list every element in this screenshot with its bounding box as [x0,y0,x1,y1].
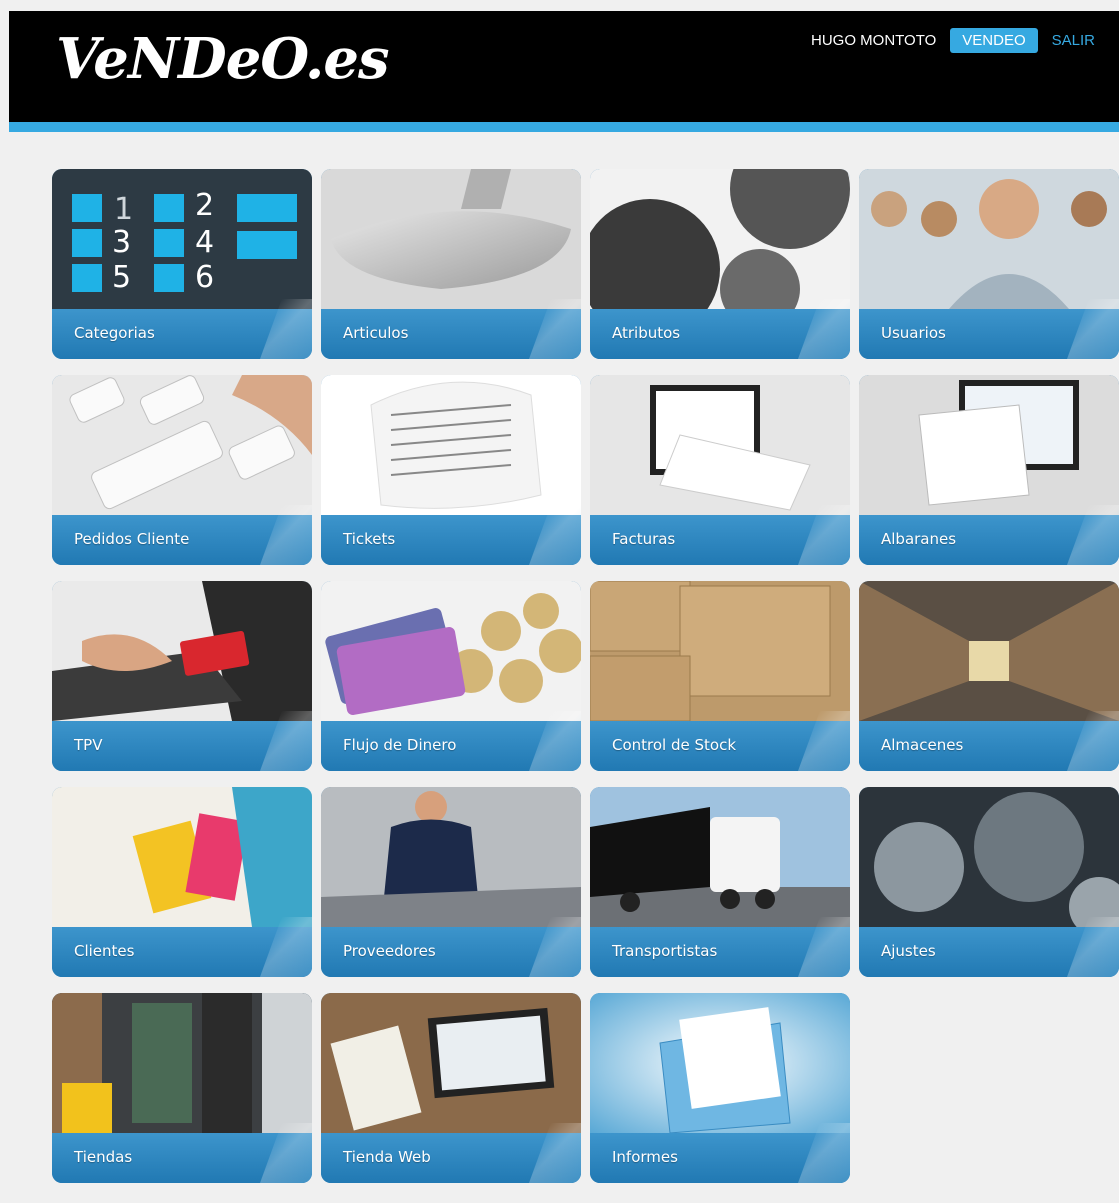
card-payment-icon [52,581,312,721]
user-name[interactable]: HUGO MONTOTO [811,32,936,49]
shopping-bags-icon [52,787,312,927]
tile-almacenes[interactable]: Almacenes [859,581,1119,771]
app-logo[interactable]: VeNDeO.es [56,26,389,92]
logout-link[interactable]: SALIR [1052,32,1095,49]
tile-label: Articulos [343,324,409,342]
tile-label: Tiendas [74,1148,133,1166]
tile-albaranes[interactable]: Albaranes [859,375,1119,565]
tile-label: Atributos [612,324,681,342]
tile-label: Control de Stock [612,736,737,754]
tile-control-de-stock[interactable]: Control de Stock [590,581,850,771]
svg-text:3: 3 [112,225,131,260]
tile-label: TPV [74,736,103,754]
tile-label: Tickets [343,530,396,548]
tile-informes[interactable]: Informes [590,993,850,1183]
tile-clientes[interactable]: Clientes [52,787,312,977]
tile-label: Albaranes [881,530,957,548]
tile-atributos[interactable]: Atributos [590,169,850,359]
header-accent-stripe [9,122,1119,132]
store-icon [52,993,312,1133]
tile-transportistas[interactable]: Transportistas [590,787,850,977]
tile-tienda-web[interactable]: Tienda Web [321,993,581,1183]
receipt-icon [321,375,581,515]
svg-text:4: 4 [195,225,214,260]
tile-ajustes[interactable]: Ajustes [859,787,1119,977]
keyboard-icon [52,375,312,515]
delivery-note-icon [859,375,1119,515]
gears-icon [590,169,850,309]
svg-text:6: 6 [195,260,214,295]
tile-tickets[interactable]: Tickets [321,375,581,565]
tile-label: Flujo de Dinero [343,736,457,754]
tile-label: Ajustes [881,942,936,960]
svg-text:2: 2 [195,188,214,223]
top-nav: HUGO MONTOTO VENDEO SALIR [811,28,1095,53]
tile-label: Clientes [74,942,135,960]
tile-articulos[interactable]: Articulos [321,169,581,359]
tile-label: Almacenes [881,736,964,754]
tile-label: Proveedores [343,942,436,960]
tile-label: Usuarios [881,324,946,342]
laptop-icon [321,993,581,1133]
tile-label: Pedidos Cliente [74,530,190,548]
truck-icon [590,787,850,927]
settings-gears-icon [859,787,1119,927]
tile-label: Transportistas [612,942,718,960]
tile-label: Facturas [612,530,676,548]
coins-icon [321,581,581,721]
svg-text:5: 5 [112,260,131,295]
svg-text:1: 1 [114,192,133,227]
keypad-icon: 1 2 3 4 5 6 [52,169,312,309]
vendeo-button[interactable]: VENDEO [950,28,1038,53]
boxes-icon [590,581,850,721]
tile-usuarios[interactable]: Usuarios [859,169,1119,359]
tile-tpv[interactable]: TPV [52,581,312,771]
tile-flujo-de-dinero[interactable]: Flujo de Dinero [321,581,581,771]
monitor-invoice-icon [590,375,850,515]
warehouse-icon [859,581,1119,721]
tile-facturas[interactable]: Facturas [590,375,850,565]
spoon-icon [321,169,581,309]
tile-tiendas[interactable]: Tiendas [52,993,312,1183]
tile-label: Tienda Web [343,1148,431,1166]
worker-icon [321,787,581,927]
tile-categorias[interactable]: 1 2 3 4 5 6 Categorias [52,169,312,359]
tile-proveedores[interactable]: Proveedores [321,787,581,977]
tile-pedidos-cliente[interactable]: Pedidos Cliente [52,375,312,565]
folder-icon [590,993,850,1133]
people-icon [859,169,1119,309]
tile-label: Categorias [74,324,155,342]
tile-label: Informes [612,1148,678,1166]
